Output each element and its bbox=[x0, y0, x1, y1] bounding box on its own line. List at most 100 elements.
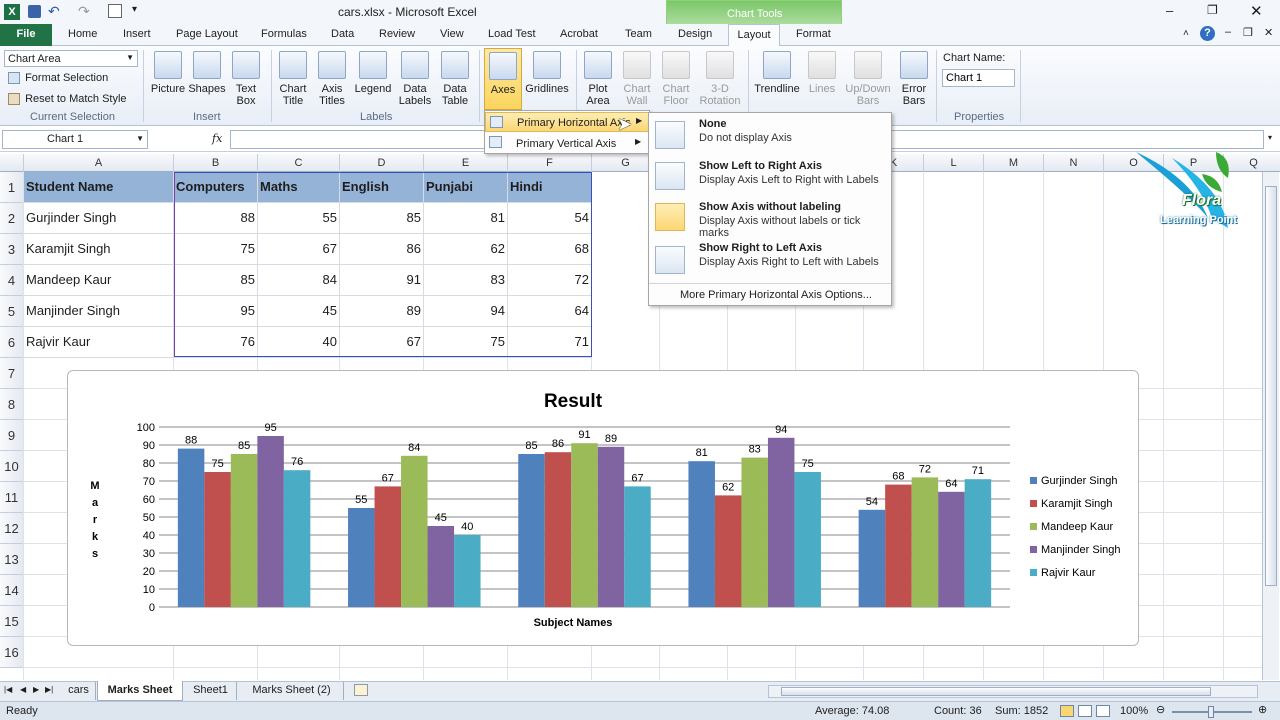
row-header[interactable]: 1 bbox=[0, 172, 24, 203]
sheet-tab-marks-sheet[interactable]: Marks Sheet bbox=[97, 681, 183, 701]
menu-primary-vertical-axis[interactable]: Primary Vertical Axis ▶ bbox=[485, 133, 649, 153]
save-icon[interactable] bbox=[28, 5, 41, 18]
row-header[interactable]: 2 bbox=[0, 203, 24, 234]
chart-floor-button[interactable]: Chart Floor bbox=[658, 51, 694, 107]
help-icon[interactable]: ? bbox=[1200, 26, 1215, 41]
column-chart[interactable]: 0 10 20 30 40 50 60 70 80 90 100 Result Subject Name… bbox=[68, 371, 1138, 645]
prev-sheet-icon[interactable]: ◀ bbox=[20, 685, 26, 694]
row-header[interactable]: 7 bbox=[0, 358, 24, 389]
zoom-slider-thumb[interactable] bbox=[1208, 706, 1214, 718]
gridlines-button[interactable]: Gridlines bbox=[524, 51, 570, 95]
tab-file[interactable]: File bbox=[0, 24, 52, 46]
column-header[interactable]: M bbox=[984, 154, 1044, 172]
option-right-to-left[interactable]: Show Right to Left Axis Display Axis Rig… bbox=[649, 241, 891, 281]
scroll-thumb[interactable] bbox=[781, 687, 1211, 696]
trendline-button[interactable]: Trendline bbox=[752, 51, 802, 95]
axis-titles-button[interactable]: Axis Titles bbox=[315, 51, 349, 107]
tab-load-test[interactable]: Load Test bbox=[488, 28, 536, 40]
header-cell[interactable]: Student Name bbox=[24, 172, 174, 203]
tab-home[interactable]: Home bbox=[68, 28, 97, 40]
table-cell[interactable]: Gurjinder Singh bbox=[24, 203, 174, 234]
next-sheet-icon[interactable]: ▶ bbox=[33, 685, 39, 694]
tab-view[interactable]: View bbox=[440, 28, 464, 40]
print-preview-icon[interactable] bbox=[108, 4, 122, 18]
text-box-button[interactable]: Text Box bbox=[229, 51, 263, 107]
option-without-labeling[interactable]: Show Axis without labeling Display Axis … bbox=[649, 199, 891, 239]
minimize-ribbon-icon[interactable]: ˄ bbox=[1183, 28, 1189, 39]
tab-formulas[interactable]: Formulas bbox=[261, 28, 307, 40]
column-header[interactable]: B bbox=[174, 154, 258, 172]
minimize-workbook-button[interactable]: – bbox=[1225, 26, 1231, 38]
tab-team[interactable]: Team bbox=[625, 28, 652, 40]
tab-data[interactable]: Data bbox=[331, 28, 354, 40]
row-header[interactable]: 14 bbox=[0, 575, 24, 606]
sheet-tab-cars[interactable]: cars bbox=[62, 682, 96, 700]
format-selection-button[interactable]: Format Selection bbox=[8, 72, 108, 85]
restore-workbook-button[interactable]: ❐ bbox=[1243, 26, 1253, 39]
table-cell[interactable]: Mandeep Kaur bbox=[24, 265, 174, 296]
page-break-view-icon[interactable] bbox=[1096, 705, 1110, 717]
option-left-to-right[interactable]: Show Left to Right Axis Display Axis Lef… bbox=[649, 157, 891, 197]
tab-design[interactable]: Design bbox=[678, 28, 712, 40]
row-header[interactable]: 16 bbox=[0, 637, 24, 668]
tab-page-layout[interactable]: Page Layout bbox=[176, 28, 238, 40]
tab-insert[interactable]: Insert bbox=[123, 28, 151, 40]
expand-formula-icon[interactable]: ▾ bbox=[1268, 133, 1272, 142]
sheet-tab-sheet1[interactable]: Sheet1 bbox=[185, 682, 237, 700]
tab-acrobat[interactable]: Acrobat bbox=[560, 28, 598, 40]
first-sheet-icon[interactable]: |◀ bbox=[4, 685, 12, 694]
row-header[interactable]: 8 bbox=[0, 389, 24, 420]
row-header[interactable]: 13 bbox=[0, 544, 24, 575]
axes-button[interactable]: Axes bbox=[484, 48, 522, 110]
horizontal-scrollbar[interactable] bbox=[768, 685, 1258, 698]
row-header[interactable]: 11 bbox=[0, 482, 24, 513]
data-table-button[interactable]: Data Table bbox=[436, 51, 474, 107]
page-layout-view-icon[interactable] bbox=[1078, 705, 1092, 717]
column-header[interactable]: C bbox=[258, 154, 340, 172]
insert-sheet-icon[interactable] bbox=[354, 684, 368, 696]
column-header[interactable]: L bbox=[924, 154, 984, 172]
row-header[interactable]: 10 bbox=[0, 451, 24, 482]
row-header[interactable]: 12 bbox=[0, 513, 24, 544]
zoom-in-icon[interactable]: ⊕ bbox=[1258, 703, 1267, 716]
legend-button[interactable]: Legend bbox=[352, 51, 394, 95]
option-none[interactable]: None Do not display Axis bbox=[649, 115, 891, 155]
close-workbook-button[interactable]: ✕ bbox=[1264, 26, 1273, 39]
undo-icon[interactable]: ↶ bbox=[48, 3, 60, 20]
table-cell[interactable]: Rajvir Kaur bbox=[24, 327, 174, 358]
chart-name-input[interactable] bbox=[942, 69, 1015, 87]
data-labels-button[interactable]: Data Labels bbox=[396, 51, 434, 107]
error-bars-button[interactable]: Error Bars bbox=[897, 51, 931, 107]
picture-button[interactable]: Picture bbox=[150, 51, 186, 95]
column-header[interactable]: F bbox=[508, 154, 592, 172]
tab-review[interactable]: Review bbox=[379, 28, 415, 40]
row-header[interactable]: 9 bbox=[0, 420, 24, 451]
redo-icon[interactable]: ↷ bbox=[78, 3, 90, 20]
vertical-scrollbar[interactable] bbox=[1262, 172, 1279, 680]
tab-format[interactable]: Format bbox=[796, 28, 831, 40]
zoom-level[interactable]: 100% bbox=[1120, 705, 1148, 717]
vscroll-thumb[interactable] bbox=[1265, 186, 1277, 586]
lines-button[interactable]: Lines bbox=[806, 51, 838, 95]
customize-qat-icon[interactable]: ▾ bbox=[132, 4, 137, 15]
shapes-button[interactable]: Shapes bbox=[188, 51, 226, 95]
3d-rotation-button[interactable]: 3-D Rotation bbox=[697, 51, 743, 107]
row-header[interactable]: 3 bbox=[0, 234, 24, 265]
column-header[interactable]: A bbox=[24, 154, 174, 172]
restore-button[interactable]: ❐ bbox=[1207, 3, 1218, 17]
table-cell[interactable]: Karamjit Singh bbox=[24, 234, 174, 265]
normal-view-icon[interactable] bbox=[1060, 705, 1074, 717]
chart-wall-button[interactable]: Chart Wall bbox=[620, 51, 654, 107]
row-header[interactable]: 6 bbox=[0, 327, 24, 358]
sheet-tab-marks-sheet-2[interactable]: Marks Sheet (2) bbox=[240, 682, 344, 700]
plot-area-button[interactable]: Plot Area bbox=[582, 51, 614, 107]
minimize-button[interactable]: – bbox=[1166, 3, 1173, 18]
chart-elements-dropdown[interactable]: Chart Area ▼ bbox=[4, 50, 138, 67]
column-header[interactable]: E bbox=[424, 154, 508, 172]
last-sheet-icon[interactable]: ▶| bbox=[45, 685, 53, 694]
function-icon[interactable]: fx bbox=[212, 132, 222, 145]
table-cell[interactable]: Manjinder Singh bbox=[24, 296, 174, 327]
column-header[interactable]: D bbox=[340, 154, 424, 172]
chart-area[interactable]: 0 10 20 30 40 50 60 70 80 90 100 Result Subject Name… bbox=[67, 370, 1139, 646]
reset-style-button[interactable]: Reset to Match Style bbox=[8, 93, 127, 106]
